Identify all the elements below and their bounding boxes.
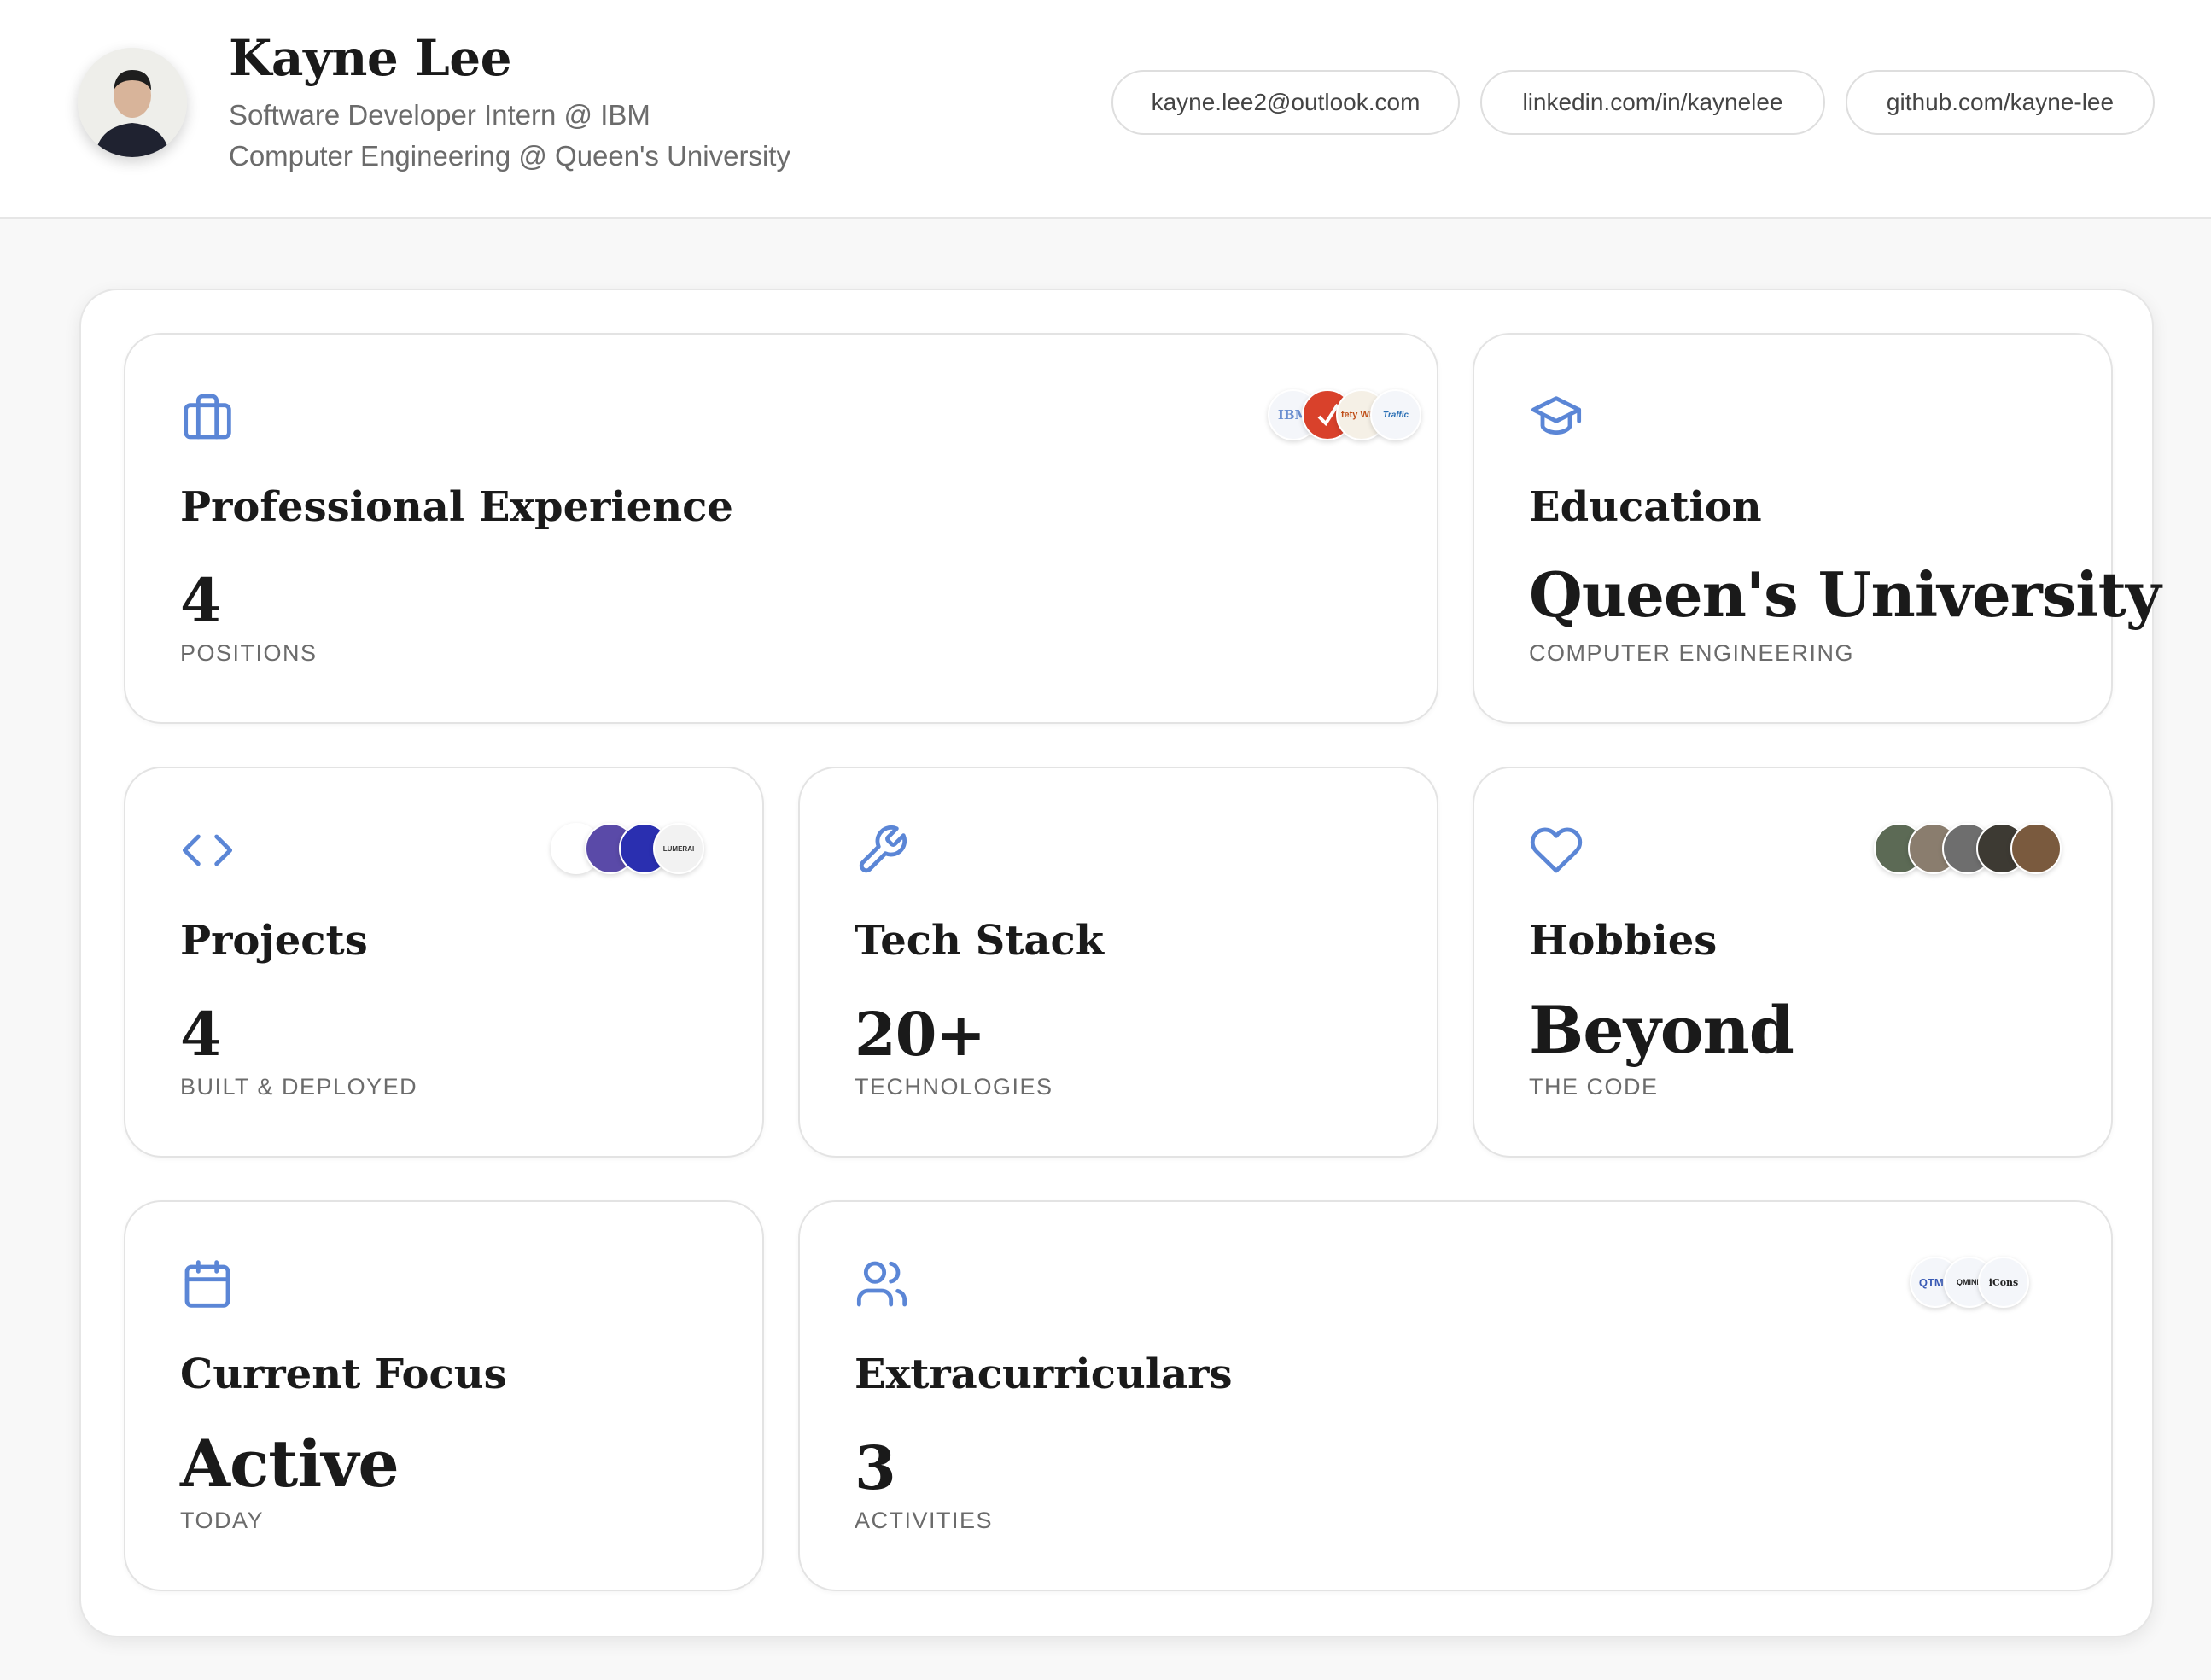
card-title: Extracurriculars bbox=[855, 1350, 1233, 1398]
card-value: Queen's University bbox=[1529, 558, 2161, 631]
profile-name: Kayne Lee bbox=[229, 29, 512, 87]
heart-icon bbox=[1529, 823, 1584, 878]
card-value: 3 bbox=[855, 1432, 896, 1503]
card-value: 20+ bbox=[855, 999, 986, 1070]
card-caption: BUILT & DEPLOYED bbox=[180, 1074, 418, 1100]
extracurriculars-card[interactable]: QTMA QMIND iCons Extracurriculars 3 ACTI… bbox=[798, 1200, 2113, 1591]
calendar-icon bbox=[180, 1257, 235, 1311]
github-link[interactable]: github.com/kayne-lee bbox=[1846, 70, 2155, 135]
card-title: Projects bbox=[180, 917, 368, 965]
card-caption: TECHNOLOGIES bbox=[855, 1074, 1053, 1100]
card-title: Current Focus bbox=[180, 1350, 507, 1398]
linkedin-link[interactable]: linkedin.com/in/kaynelee bbox=[1480, 70, 1825, 135]
email-link[interactable]: kayne.lee2@outlook.com bbox=[1111, 70, 1460, 135]
linkedin-label: linkedin.com/in/kaynelee bbox=[1522, 89, 1783, 115]
code-icon bbox=[180, 823, 235, 878]
lumerai-logo: LUMERAI bbox=[653, 823, 704, 874]
experience-card[interactable]: IBM fety WER Traffic Professional Experi… bbox=[124, 333, 1438, 724]
project-logos: LUMERAI bbox=[551, 823, 704, 876]
avatar bbox=[78, 48, 187, 157]
card-title: Education bbox=[1529, 483, 1762, 531]
projects-card[interactable]: LUMERAI Projects 4 BUILT & DEPLOYED bbox=[124, 767, 764, 1158]
card-value: Beyond bbox=[1529, 992, 1794, 1068]
card-value: Active bbox=[180, 1426, 400, 1502]
hobby-photos bbox=[1874, 823, 2062, 876]
card-caption: TODAY bbox=[180, 1508, 265, 1533]
card-title: Tech Stack bbox=[855, 917, 1105, 965]
education-card[interactable]: Education Queen's University COMPUTER EN… bbox=[1473, 333, 2161, 724]
traffic-logo: Traffic bbox=[1370, 389, 1421, 440]
card-caption: THE CODE bbox=[1529, 1074, 1659, 1100]
graduation-cap-icon bbox=[1529, 389, 1584, 444]
users-icon bbox=[855, 1257, 909, 1311]
icons-logo: iCons bbox=[1978, 1257, 2029, 1308]
dashboard-grid: IBM fety WER Traffic Professional Experi… bbox=[79, 289, 2161, 1637]
email-label: kayne.lee2@outlook.com bbox=[1151, 89, 1421, 115]
github-label: github.com/kayne-lee bbox=[1886, 89, 2115, 115]
tech-stack-card[interactable]: Tech Stack 20+ TECHNOLOGIES bbox=[798, 767, 1438, 1158]
briefcase-icon bbox=[180, 389, 235, 444]
current-focus-card[interactable]: Current Focus Active TODAY bbox=[124, 1200, 764, 1591]
profile-header: Kayne Lee Software Developer Intern @ IB… bbox=[0, 0, 2211, 219]
card-caption: POSITIONS bbox=[180, 640, 318, 666]
card-value: 4 bbox=[180, 565, 222, 636]
card-caption: ACTIVITIES bbox=[855, 1508, 994, 1533]
card-value: 4 bbox=[180, 999, 222, 1070]
card-caption: COMPUTER ENGINEERING bbox=[1529, 640, 1855, 666]
hobbies-card[interactable]: Hobbies Beyond THE CODE bbox=[1473, 767, 2113, 1158]
experience-logos: IBM fety WER Traffic bbox=[1268, 389, 1421, 442]
wrench-icon bbox=[855, 823, 909, 878]
card-title: Hobbies bbox=[1529, 917, 1718, 965]
avatar-photo bbox=[78, 48, 187, 157]
profile-education: Computer Engineering @ Queen's Universit… bbox=[229, 140, 790, 172]
hobby-photo bbox=[2010, 823, 2062, 874]
card-title: Professional Experience bbox=[180, 483, 733, 531]
extracurricular-logos: QTMA QMIND iCons bbox=[1910, 1257, 2029, 1310]
profile-role: Software Developer Intern @ IBM bbox=[229, 99, 650, 131]
